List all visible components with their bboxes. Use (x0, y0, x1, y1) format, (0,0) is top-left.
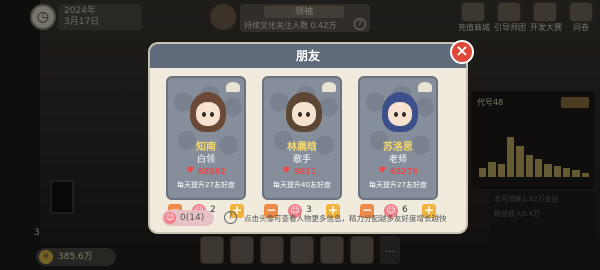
friend-name: 知南 (196, 142, 216, 153)
friendship-value: 9811 (294, 167, 317, 176)
face-skin (196, 102, 220, 126)
friends-dialog: 朋友 知南 白领 ♥ 88382 每天提升27友好度 − ☺ 2 + 林晨晗 (150, 44, 466, 232)
bubble-icon (418, 82, 432, 92)
energy-points-value: 0(14) (180, 213, 205, 223)
eye (402, 112, 406, 117)
eye (298, 112, 302, 117)
dialog-title: 朋友 (150, 44, 466, 68)
friend-card[interactable]: 知南 白领 ♥ 88382 每天提升27友好度 (166, 76, 246, 200)
heart-icon: ♥ (378, 166, 387, 176)
help-icon[interactable]: ? (224, 211, 237, 224)
eye (394, 112, 398, 117)
friend-job: 老师 (388, 155, 407, 165)
friend-card[interactable]: 林晨晗 歌手 ♥ 9811 每天提升40友好度 (262, 76, 342, 200)
friendship-value: 88382 (198, 167, 226, 176)
friend-name: 林晨晗 (287, 142, 317, 153)
friendship-value: 63279 (390, 167, 418, 176)
friend-avatar[interactable] (382, 92, 418, 132)
friend-card[interactable]: 苏洛思 老师 ♥ 63279 每天提升27友好度 (358, 76, 438, 200)
friend-job: 白领 (196, 155, 215, 165)
friend-job: 歌手 (292, 155, 311, 165)
eye (202, 112, 206, 117)
hint-text: 点击头像可查看人物更多信息，精力分配越多友好度增长越快 (244, 214, 447, 223)
daily-increase: 每天提升27友好度 (177, 181, 235, 189)
friend-avatar[interactable] (286, 92, 322, 132)
face-skin (388, 102, 412, 126)
heart-icon: ♥ (186, 166, 195, 176)
heart-icon: ♥ (282, 166, 291, 176)
energy-icon: ☺ (164, 212, 176, 224)
bubble-icon (322, 82, 336, 92)
close-button[interactable]: × (450, 40, 474, 64)
daily-increase: 每天提升40友好度 (273, 181, 331, 189)
daily-increase: 每天提升27友好度 (369, 181, 427, 189)
dialog-footer: ☺ 0(14) ? 点击头像可查看人物更多信息，精力分配越多友好度增长越快 (162, 208, 462, 226)
face-skin (292, 102, 316, 126)
friend-avatar[interactable] (190, 92, 226, 132)
friend-name: 苏洛思 (383, 142, 413, 153)
eye (306, 112, 310, 117)
energy-points: ☺ 0(14) (162, 210, 214, 226)
bubble-icon (226, 82, 240, 92)
eye (210, 112, 214, 117)
